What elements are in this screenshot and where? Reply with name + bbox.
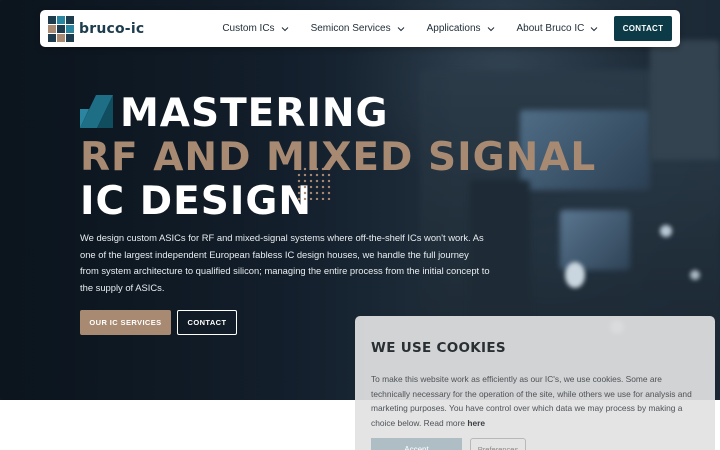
cookie-read-more-link[interactable]: here [467,418,485,428]
nav-item-custom-ics[interactable]: Custom ICs [222,23,288,34]
background-light [690,270,700,280]
chevron-down-icon [281,26,288,31]
nav-item-label: Custom ICs [222,23,275,34]
headline-line-1: MASTERING [80,92,596,136]
background-light [565,262,585,288]
decorative-dot-grid [296,166,332,200]
chevron-down-icon [590,26,598,31]
hero-headline: MASTERING RF AND MIXED SIGNAL IC DESIGN [80,92,596,224]
chevron-down-icon [487,26,494,31]
headline-line-3: IC DESIGN [80,179,312,224]
logo-text: bruco-ic [79,20,145,37]
cookie-preferences-button[interactable]: Preferences [470,438,526,450]
background-light [660,225,672,237]
nav-item-label: Semicon Services [310,23,391,34]
our-ic-services-button[interactable]: OUR IC SERVICES [80,310,171,335]
cookie-body: To make this website work as efficiently… [371,374,692,428]
hero-contact-button[interactable]: CONTACT [177,310,237,335]
background-panel [650,40,720,160]
nav-item-semicon-services[interactable]: Semicon Services [311,23,405,34]
cookie-text: To make this website work as efficiently… [371,372,701,430]
nav-contact-button[interactable]: CONTACT [614,16,672,41]
cookie-banner: WE USE COOKIES To make this website work… [355,316,715,450]
cookie-title: WE USE COOKIES [371,340,506,356]
nav-item-applications[interactable]: Applications [427,23,495,34]
bruco-logo-icon [48,15,74,42]
top-navbar: bruco-ic Custom ICs Semicon Services App… [40,10,680,47]
cookie-accept-button[interactable]: Accept [371,438,462,450]
nav-menu: Custom ICs Semicon Services Applications… [222,23,620,34]
nav-item-label: About Bruco IC [516,23,585,34]
nav-item-label: Applications [426,23,481,34]
hero-intro-text: We design custom ASICs for RF and mixed-… [80,232,490,293]
headline-line-2: RF AND MIXED SIGNAL [80,135,597,180]
nav-item-about[interactable]: About Bruco IC [517,23,599,34]
logo[interactable]: bruco-ic [48,15,145,42]
chevron-down-icon [397,26,404,31]
brand-mark-icon [80,94,113,128]
